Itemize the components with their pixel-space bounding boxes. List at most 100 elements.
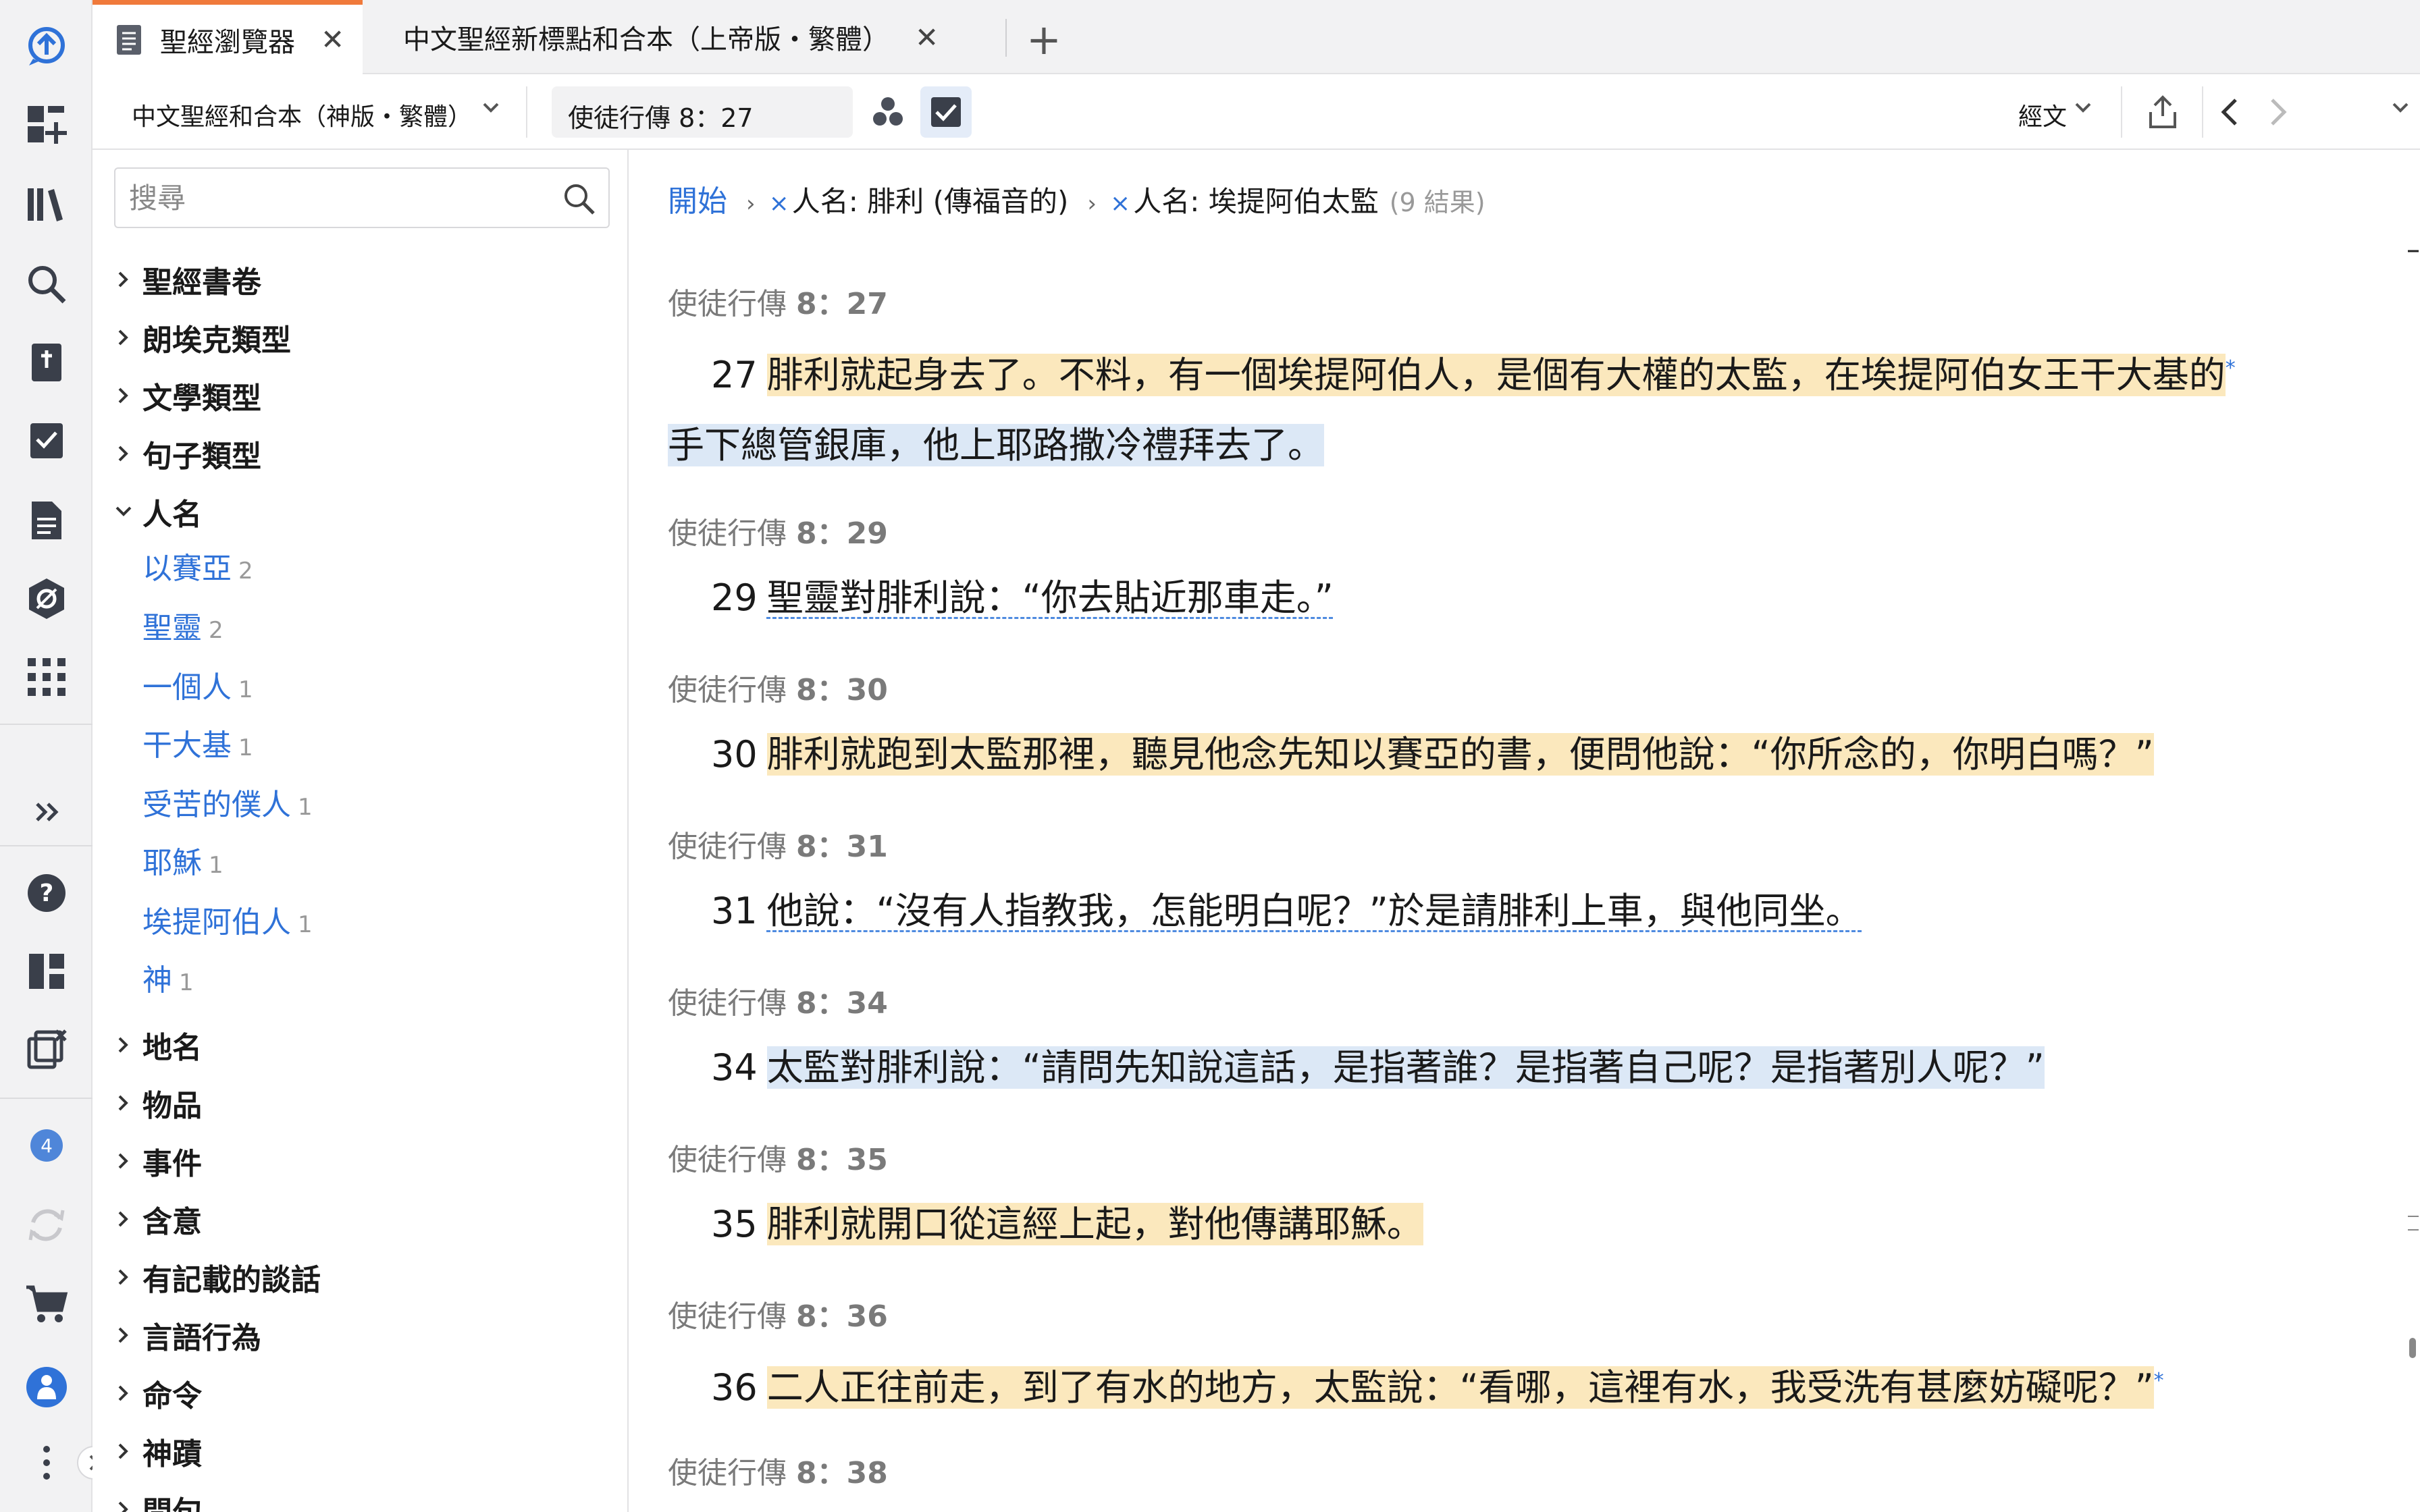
tab-bar: 聖經瀏覽器 ✕ 中文聖經新標點和合本（上帝版・繁體） ✕ +: [93, 0, 2420, 74]
toolbar-divider: [526, 86, 527, 138]
verse-line: 二人正往前走，到了有水的地方，太監說：“看哪，這裡有水，我受洗有甚麼妨礙呢？”: [766, 1366, 2154, 1409]
tab-bible-browser[interactable]: 聖經瀏覽器 ✕: [93, 0, 363, 74]
person-item[interactable]: 以賽亞 2: [142, 544, 253, 587]
history-chevron-icon[interactable]: [2387, 94, 2414, 122]
verse-text[interactable]: 35 腓利就開口從這經上起，對他傳講耶穌。: [668, 1189, 2342, 1260]
rail-divider: [0, 724, 93, 725]
category-sentence-type[interactable]: 句子類型: [111, 427, 261, 481]
category-speech-acts[interactable]: 言語行為: [111, 1308, 261, 1362]
verse-reference[interactable]: 使徒行傳 8：38: [668, 1449, 888, 1492]
person-item[interactable]: 耶穌 1: [142, 838, 223, 882]
notifications-badge[interactable]: 4: [19, 1118, 74, 1173]
person-item[interactable]: 受苦的僕人 1: [142, 780, 313, 824]
category-label: 人名: [142, 497, 202, 532]
chevron-down-icon[interactable]: [2070, 94, 2097, 122]
footnote-marker: *: [2225, 356, 2236, 380]
verse-text[interactable]: 36 二人正往前走，到了有水的地方，太監說：“看哪，這裡有水，我受洗有甚麼妨礙呢？…: [668, 1346, 2342, 1423]
verse-scrollbar[interactable]: [2405, 150, 2420, 1512]
view-mode-selector[interactable]: 經文: [2018, 97, 2067, 132]
visual-filter-icon[interactable]: [868, 92, 908, 132]
category-label: 句子類型: [142, 439, 261, 474]
verse-reference[interactable]: 使徒行傳 8：34: [668, 979, 888, 1022]
verse-reference[interactable]: 使徒行傳 8：36: [668, 1292, 888, 1335]
forward-icon[interactable]: [2257, 92, 2298, 132]
verse-text[interactable]: 34 太監對腓利說：“請問先知說這話，是指著誰？是指著自己呢？是指著別人呢？”: [668, 1033, 2342, 1103]
dashboard-icon[interactable]: [19, 944, 74, 999]
verse-text[interactable]: 29 聖靈對腓利說：“你去貼近那車走。”: [668, 563, 2342, 633]
verse-text[interactable]: 30 腓利就跑到太監那裡，聽見他念先知以賽亞的書，便問他說：“你所念的，你明白嗎？…: [668, 720, 2342, 790]
reference-input[interactable]: 使徒行傳 8：27: [552, 86, 853, 138]
category-recorded-speech[interactable]: 有記載的談話: [111, 1250, 321, 1304]
person-item[interactable]: 埃提阿伯人 1: [142, 898, 313, 941]
category-people[interactable]: 人名: [111, 485, 202, 539]
chevron-right-icon: [118, 271, 128, 288]
remove-filter-icon[interactable]: ×: [769, 190, 789, 217]
verse-reference[interactable]: 使徒行傳 8：29: [668, 509, 888, 552]
category-questions[interactable]: 問句: [111, 1482, 202, 1512]
cart-icon[interactable]: [19, 1276, 74, 1331]
verse-reference[interactable]: 使徒行傳 8：27: [668, 279, 888, 323]
chevron-right-icon: [118, 1327, 128, 1343]
tab-bible-version[interactable]: 中文聖經新標點和合本（上帝版・繁體） ✕: [363, 0, 939, 74]
person-item[interactable]: 聖靈 2: [142, 603, 223, 647]
more-vertical-icon[interactable]: [19, 1435, 74, 1490]
category-literary-type[interactable]: 文學類型: [111, 369, 261, 423]
verse-reference[interactable]: 使徒行傳 8：30: [668, 666, 888, 709]
category-implications[interactable]: 含意: [111, 1192, 202, 1246]
category-bible-books[interactable]: 聖經書卷: [111, 252, 261, 306]
search-icon[interactable]: [19, 256, 74, 312]
sync-icon[interactable]: [19, 1197, 74, 1253]
shield-icon[interactable]: [19, 571, 74, 626]
tab-close-icon[interactable]: ✕: [915, 21, 939, 54]
person-item[interactable]: 神1: [142, 956, 194, 999]
tab-close-icon[interactable]: ✕: [321, 23, 344, 56]
library-icon[interactable]: [19, 177, 74, 232]
category-things[interactable]: 物品: [111, 1076, 202, 1130]
person-item[interactable]: 一個人 1: [142, 663, 253, 706]
chevron-right-icon: [118, 1037, 128, 1053]
search-icon[interactable]: [561, 181, 598, 217]
bible-icon[interactable]: [19, 335, 74, 390]
chevron-down-icon[interactable]: [477, 94, 504, 122]
chevron-right-icon: [118, 1211, 128, 1227]
results-count: (9 結果): [1389, 188, 1485, 217]
expand-rail-icon[interactable]: [19, 784, 74, 840]
add-layout-icon[interactable]: [19, 97, 74, 153]
verse-number: 30: [711, 733, 758, 776]
add-tab-icon[interactable]: +: [1026, 15, 1061, 64]
verse-text[interactable]: 31 他說：“沒有人指教我，怎能明白呢？”於是請腓利上車，與他同坐。: [668, 876, 2342, 946]
checklist-icon[interactable]: [19, 413, 74, 468]
close-panels-icon[interactable]: [19, 1022, 74, 1077]
category-commands[interactable]: 命令: [111, 1366, 202, 1420]
category-events[interactable]: 事件: [111, 1134, 202, 1188]
verse-number: 29: [711, 576, 758, 619]
back-icon[interactable]: [2210, 92, 2251, 132]
breadcrumb-filter[interactable]: 人名: 埃提阿伯太監: [1133, 179, 1379, 220]
category-miracles[interactable]: 神蹟: [111, 1424, 202, 1478]
apps-grid-icon[interactable]: [19, 649, 74, 705]
facet-sidebar: 聖經書卷 朗埃克類型 文學類型 句子類型 人名 以賽亞2 聖靈2 一個人1 干大…: [93, 150, 629, 1512]
verse-line: 太監對腓利說：“請問先知說這話，是指著誰？是指著自己呢？是指著別人呢？”: [766, 1046, 2045, 1089]
document-icon[interactable]: [19, 493, 74, 548]
share-icon[interactable]: [2142, 92, 2183, 132]
category-places[interactable]: 地名: [111, 1018, 202, 1072]
chevron-right-icon: [118, 1501, 128, 1512]
logos-logo-icon[interactable]: [19, 19, 74, 74]
verse-reference[interactable]: 使徒行傳 8：31: [668, 822, 888, 865]
bible-version-selector[interactable]: 中文聖經和合本（神版・繁體）: [132, 97, 472, 132]
user-avatar-icon[interactable]: [19, 1359, 74, 1415]
search-input[interactable]: [129, 181, 534, 215]
help-icon[interactable]: ?: [19, 865, 74, 921]
verse-line: 聖靈對腓利說：“你去貼近那車走。”: [766, 576, 1334, 619]
checklist-toggle[interactable]: [920, 86, 972, 138]
category-longacre[interactable]: 朗埃克類型: [111, 310, 291, 364]
tab-divider: [1005, 19, 1007, 57]
chevron-right-icon: [118, 1385, 128, 1401]
verse-text[interactable]: 27 腓利就起身去了。不料，有一個埃提阿伯人，是個有大權的太監，在埃提阿伯女王干大…: [668, 333, 2342, 481]
breadcrumb-filter[interactable]: 人名: 腓利 (傳福音的): [792, 179, 1069, 220]
person-item[interactable]: 干大基 1: [142, 721, 253, 764]
remove-filter-icon[interactable]: ×: [1110, 190, 1130, 217]
breadcrumb-start[interactable]: 開始: [668, 177, 727, 220]
bible-browser-icon: [117, 24, 141, 55]
verse-reference[interactable]: 使徒行傳 8：35: [668, 1135, 888, 1179]
